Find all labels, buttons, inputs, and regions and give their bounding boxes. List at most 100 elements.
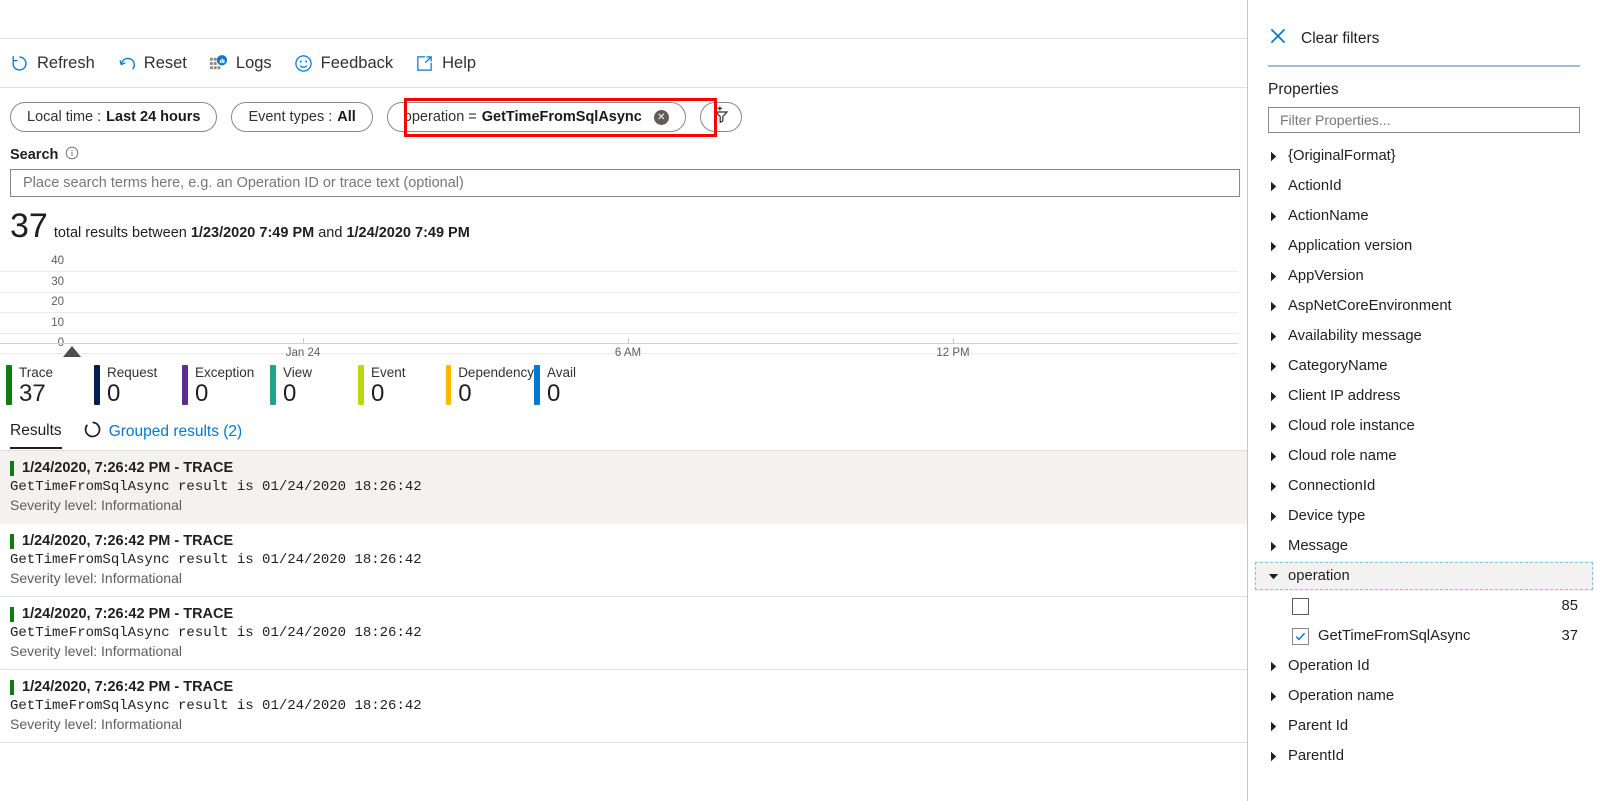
chevron-right-icon[interactable] [1268,691,1288,702]
chevron-right-icon[interactable] [1268,421,1288,432]
add-filter-button[interactable] [699,102,742,132]
chart-gridline [0,332,1238,334]
operation-filter-pill[interactable]: operation = GetTimeFromSqlAsync ✕ [386,102,686,132]
property-tree-item[interactable]: Client IP address [1248,381,1600,411]
property-tree-item[interactable]: ActionId [1248,171,1600,201]
tab-grouped-results[interactable]: Grouped results (2) [84,421,243,450]
property-tree-item[interactable]: Operation name [1248,681,1600,711]
chevron-right-icon[interactable] [1268,331,1288,342]
clear-filters-button[interactable]: Clear filters [1248,0,1600,51]
property-tree-item[interactable]: {OriginalFormat} [1248,141,1600,171]
events-timeline-chart[interactable]: 403020100 Jan 246 AM12 PM [0,251,1247,359]
chevron-right-icon[interactable] [1268,541,1288,552]
search-input[interactable] [21,174,1229,192]
local-time-filter-pill[interactable]: Local time : Last 24 hours [10,102,218,132]
loading-spinner-icon [84,421,101,443]
remove-operation-filter-icon[interactable]: ✕ [653,109,669,125]
help-button[interactable]: Help [415,48,476,78]
chevron-right-icon[interactable] [1268,361,1288,372]
legend-card[interactable]: Dependency 0 [446,365,534,407]
property-value-row[interactable]: GetTimeFromSqlAsync 37 [1248,621,1600,651]
property-name: {OriginalFormat} [1288,148,1396,164]
result-row[interactable]: 1/24/2020, 7:26:42 PM - TRACE GetTimeFrom… [0,451,1247,524]
logs-button[interactable]: Logs [209,48,272,78]
result-title: 1/24/2020, 7:26:42 PM - TRACE [22,533,234,549]
property-tree-item[interactable]: ConnectionId [1248,471,1600,501]
property-tree-item[interactable]: AppVersion [1248,261,1600,291]
property-name: Client IP address [1288,388,1401,404]
legend-card[interactable]: Avail 0 [534,365,622,407]
chevron-right-icon[interactable] [1268,151,1288,162]
property-tree-item[interactable]: Parent Id [1248,711,1600,741]
result-message: GetTimeFromSqlAsync result is 01/24/2020… [10,698,422,714]
property-tree-item[interactable]: Cloud role name [1248,441,1600,471]
property-value-label: GetTimeFromSqlAsync [1318,628,1471,644]
result-row[interactable]: 1/24/2020, 7:26:42 PM - TRACE GetTimeFrom… [0,597,1247,670]
refresh-button[interactable]: Refresh [10,48,95,78]
chevron-right-icon[interactable] [1268,481,1288,492]
chart-x-tick-mark [628,338,629,343]
result-title: 1/24/2020, 7:26:42 PM - TRACE [22,606,234,622]
property-name: Device type [1288,508,1366,524]
legend-value: 0 [283,380,297,407]
legend-color-bar [270,365,276,405]
filter-properties-box[interactable] [1268,107,1580,133]
command-bar: Refresh Reset Logs Feedback Help [0,39,1247,88]
legend-card[interactable]: Exception 0 [182,365,270,407]
property-value-row[interactable]: 85 [1248,591,1600,621]
property-name: Message [1288,538,1349,554]
chevron-right-icon[interactable] [1268,721,1288,732]
summary-text-middle: and [318,225,343,241]
chevron-right-icon[interactable] [1268,241,1288,252]
chart-time-marker[interactable] [62,346,81,357]
legend-name: Trace [19,365,54,380]
chevron-right-icon[interactable] [1268,211,1288,222]
property-tree-item[interactable]: Message [1248,531,1600,561]
event-type-legend: Trace 37 Request 0 Exception 0 View 0 Event 0 Depe… [0,359,1247,407]
search-label-row: Search [0,142,1247,169]
property-tree-item[interactable]: operation [1254,561,1594,591]
property-tree-item[interactable]: Availability message [1248,321,1600,351]
property-tree-item[interactable]: Cloud role instance [1248,411,1600,441]
legend-card[interactable]: Request 0 [94,365,182,407]
reset-button[interactable]: Reset [117,48,187,78]
feedback-button[interactable]: Feedback [294,48,393,78]
results-count: 37 [10,207,48,245]
chevron-right-icon[interactable] [1268,451,1288,462]
grouped-results-label: Grouped results (2) [108,423,243,440]
chevron-right-icon[interactable] [1268,391,1288,402]
chevron-right-icon[interactable] [1268,301,1288,312]
property-value-checkbox[interactable] [1292,627,1309,645]
filter-properties-input[interactable] [1278,111,1570,129]
info-icon[interactable] [65,146,79,164]
property-tree: {OriginalFormat} ActionId ActionName Applic… [1248,141,1600,771]
property-tree-item[interactable]: ParentId [1248,741,1600,771]
search-box[interactable] [10,169,1240,197]
logs-label: Logs [235,53,272,72]
event-types-filter-pill[interactable]: Event types : All [231,102,373,132]
result-row[interactable]: 1/24/2020, 7:26:42 PM - TRACE GetTimeFrom… [0,524,1247,597]
reset-icon [117,54,136,73]
property-tree-item[interactable]: ActionName [1248,201,1600,231]
help-label: Help [442,53,477,72]
legend-card[interactable]: Event 0 [358,365,446,407]
chevron-right-icon[interactable] [1268,751,1288,762]
chart-y-tick-label: 20 [51,296,64,308]
close-x-icon [1268,26,1288,51]
chevron-right-icon[interactable] [1268,181,1288,192]
chevron-right-icon[interactable] [1268,661,1288,672]
tab-results[interactable]: Results [10,422,62,449]
chart-y-tick-label: 30 [51,275,64,288]
property-tree-item[interactable]: Application version [1248,231,1600,261]
chevron-right-icon[interactable] [1268,511,1288,522]
property-value-checkbox[interactable] [1292,597,1309,615]
property-tree-item[interactable]: AspNetCoreEnvironment [1248,291,1600,321]
result-row[interactable]: 1/24/2020, 7:26:42 PM - TRACE GetTimeFrom… [0,670,1247,743]
property-tree-item[interactable]: CategoryName [1248,351,1600,381]
legend-card[interactable]: View 0 [270,365,358,407]
legend-card[interactable]: Trace 37 [6,365,94,407]
chevron-down-icon[interactable] [1268,571,1288,582]
property-tree-item[interactable]: Device type [1248,501,1600,531]
property-tree-item[interactable]: Operation Id [1248,651,1600,681]
chevron-right-icon[interactable] [1268,271,1288,282]
